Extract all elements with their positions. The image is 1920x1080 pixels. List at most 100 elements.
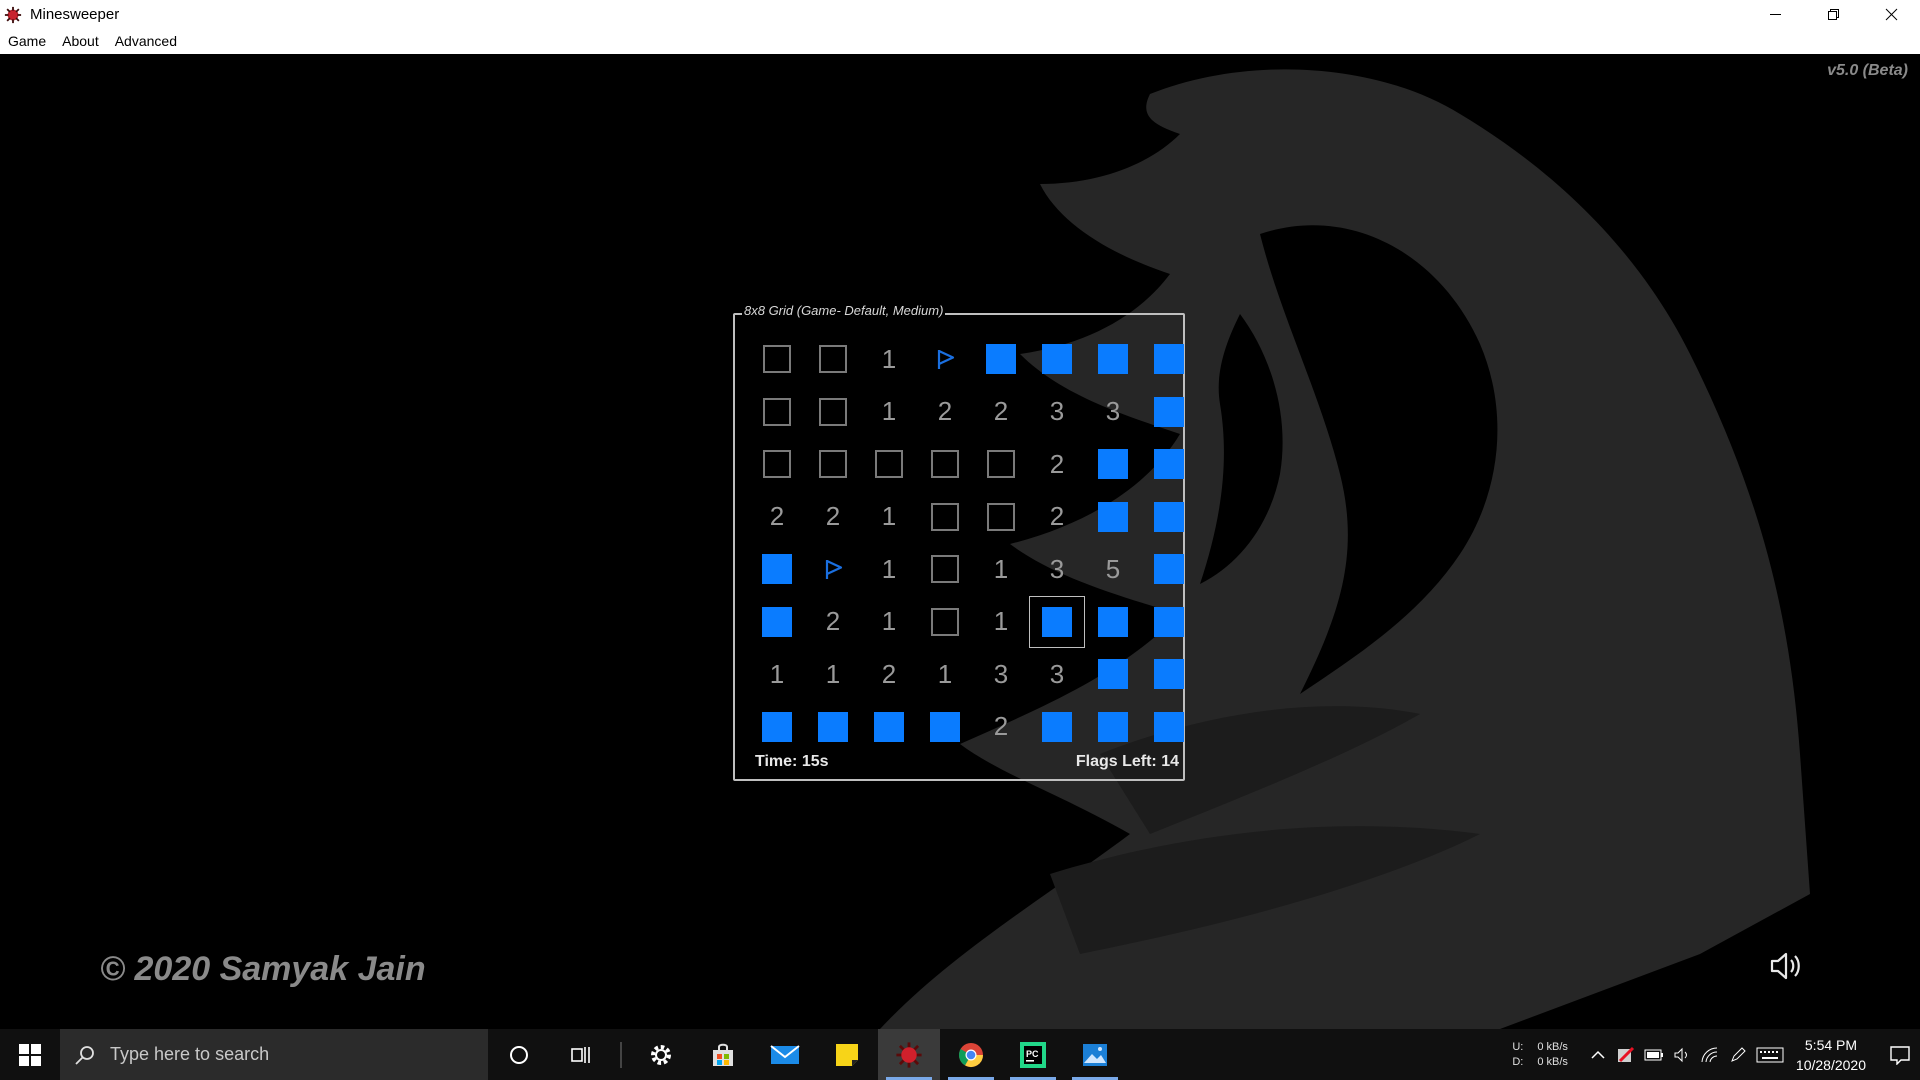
cell-number[interactable]: 1 xyxy=(861,543,917,596)
cell-covered[interactable] xyxy=(1085,438,1141,491)
cell-number[interactable]: 2 xyxy=(1029,438,1085,491)
cell-empty[interactable] xyxy=(805,386,861,439)
cell-number[interactable]: 2 xyxy=(805,491,861,544)
cell-covered[interactable] xyxy=(1141,438,1197,491)
cell-covered[interactable] xyxy=(1141,491,1197,544)
menu-advanced[interactable]: Advanced xyxy=(107,29,185,54)
tray-wifi[interactable] xyxy=(1696,1029,1724,1080)
taskbar-clock[interactable]: 5:54 PM 10/28/2020 xyxy=(1796,1035,1866,1075)
minimize-button[interactable] xyxy=(1746,0,1804,29)
cell-covered[interactable] xyxy=(1141,701,1197,754)
pen-icon xyxy=(1731,1046,1746,1062)
cell-covered[interactable] xyxy=(917,701,973,754)
cell-number[interactable]: 1 xyxy=(861,333,917,386)
cell-number[interactable]: 2 xyxy=(1029,491,1085,544)
speaker-icon[interactable] xyxy=(1768,950,1804,982)
taskbar-minesweeper[interactable] xyxy=(878,1029,940,1080)
cell-empty[interactable] xyxy=(749,438,805,491)
cell-number[interactable]: 2 xyxy=(861,648,917,701)
cell-number[interactable]: 1 xyxy=(973,543,1029,596)
cell-empty[interactable] xyxy=(917,438,973,491)
gear-icon xyxy=(651,1044,671,1065)
tray-battery[interactable] xyxy=(1640,1029,1668,1080)
cell-covered[interactable] xyxy=(973,333,1029,386)
cell-covered[interactable] xyxy=(749,543,805,596)
cell-flagged[interactable] xyxy=(805,543,861,596)
cell-number[interactable]: 1 xyxy=(917,648,973,701)
taskbar-chrome[interactable] xyxy=(940,1029,1002,1080)
security-warning-icon xyxy=(1617,1046,1634,1062)
show-hidden-icons-button[interactable] xyxy=(1584,1029,1612,1080)
cell-empty[interactable] xyxy=(805,438,861,491)
taskbar-search-box[interactable]: Type here to search xyxy=(60,1029,488,1080)
cell-number[interactable]: 3 xyxy=(1029,543,1085,596)
cell-empty[interactable] xyxy=(749,333,805,386)
cell-number[interactable]: 3 xyxy=(1085,386,1141,439)
restore-button[interactable] xyxy=(1804,0,1862,29)
cell-covered[interactable] xyxy=(805,701,861,754)
cell-covered[interactable] xyxy=(1141,543,1197,596)
cell-covered[interactable] xyxy=(1085,596,1141,649)
cell-number[interactable]: 5 xyxy=(1085,543,1141,596)
task-view-button[interactable] xyxy=(550,1029,612,1080)
cell-empty[interactable] xyxy=(917,596,973,649)
cell-covered[interactable] xyxy=(749,596,805,649)
cell-number[interactable]: 1 xyxy=(805,648,861,701)
cell-number-label: 3 xyxy=(1049,658,1065,689)
taskbar-photos[interactable] xyxy=(1064,1029,1126,1080)
menu-game[interactable]: Game xyxy=(0,29,54,54)
cell-covered[interactable] xyxy=(1141,386,1197,439)
cell-number[interactable]: 3 xyxy=(1029,648,1085,701)
taskbar-sticky-notes[interactable] xyxy=(816,1029,878,1080)
taskbar-mail[interactable] xyxy=(754,1029,816,1080)
cell-covered[interactable] xyxy=(1141,333,1197,386)
action-center-button[interactable] xyxy=(1880,1029,1920,1080)
cell-number[interactable]: 1 xyxy=(861,491,917,544)
menu-bar: Game About Advanced xyxy=(0,29,1920,55)
cell-covered[interactable] xyxy=(1085,333,1141,386)
cell-covered[interactable] xyxy=(861,701,917,754)
cell-covered[interactable] xyxy=(1085,491,1141,544)
start-button[interactable] xyxy=(0,1029,60,1080)
taskbar-pycharm[interactable]: PC xyxy=(1002,1029,1064,1080)
cell-covered[interactable] xyxy=(1029,701,1085,754)
cell-number[interactable]: 2 xyxy=(973,701,1029,754)
cell-number[interactable]: 3 xyxy=(1029,386,1085,439)
cell-number[interactable]: 2 xyxy=(917,386,973,439)
tray-pen[interactable] xyxy=(1724,1029,1752,1080)
menu-about[interactable]: About xyxy=(54,29,107,54)
cortana-button[interactable] xyxy=(488,1029,550,1080)
cell-number[interactable]: 2 xyxy=(973,386,1029,439)
cell-empty[interactable] xyxy=(805,333,861,386)
cell-covered[interactable] xyxy=(1029,595,1085,649)
cell-number-label: 2 xyxy=(1049,501,1065,532)
taskbar-settings[interactable] xyxy=(630,1029,692,1080)
cell-number[interactable]: 2 xyxy=(805,596,861,649)
cell-empty[interactable] xyxy=(861,438,917,491)
taskbar-store[interactable] xyxy=(692,1029,754,1080)
cell-empty[interactable] xyxy=(917,491,973,544)
cell-number[interactable]: 1 xyxy=(749,648,805,701)
cell-flagged[interactable] xyxy=(917,333,973,386)
cell-number-label: 1 xyxy=(769,658,785,689)
cell-covered[interactable] xyxy=(1141,648,1197,701)
close-button[interactable] xyxy=(1862,0,1920,29)
cell-covered[interactable] xyxy=(749,701,805,754)
tray-security[interactable] xyxy=(1612,1029,1640,1080)
cell-empty[interactable] xyxy=(973,438,1029,491)
cell-covered[interactable] xyxy=(1141,596,1197,649)
cell-number[interactable]: 1 xyxy=(973,596,1029,649)
tray-volume[interactable] xyxy=(1668,1029,1696,1080)
cell-number[interactable]: 2 xyxy=(749,491,805,544)
cell-number[interactable]: 3 xyxy=(973,648,1029,701)
cell-number[interactable]: 1 xyxy=(861,386,917,439)
cell-covered[interactable] xyxy=(1029,333,1085,386)
cell-covered[interactable] xyxy=(1085,648,1141,701)
cell-empty[interactable] xyxy=(749,386,805,439)
cell-empty[interactable] xyxy=(973,491,1029,544)
cell-covered[interactable] xyxy=(1085,701,1141,754)
cell-empty[interactable] xyxy=(917,543,973,596)
cell-number[interactable]: 1 xyxy=(861,596,917,649)
cell-number-label: 2 xyxy=(1049,448,1065,479)
tray-keyboard[interactable] xyxy=(1752,1029,1788,1080)
